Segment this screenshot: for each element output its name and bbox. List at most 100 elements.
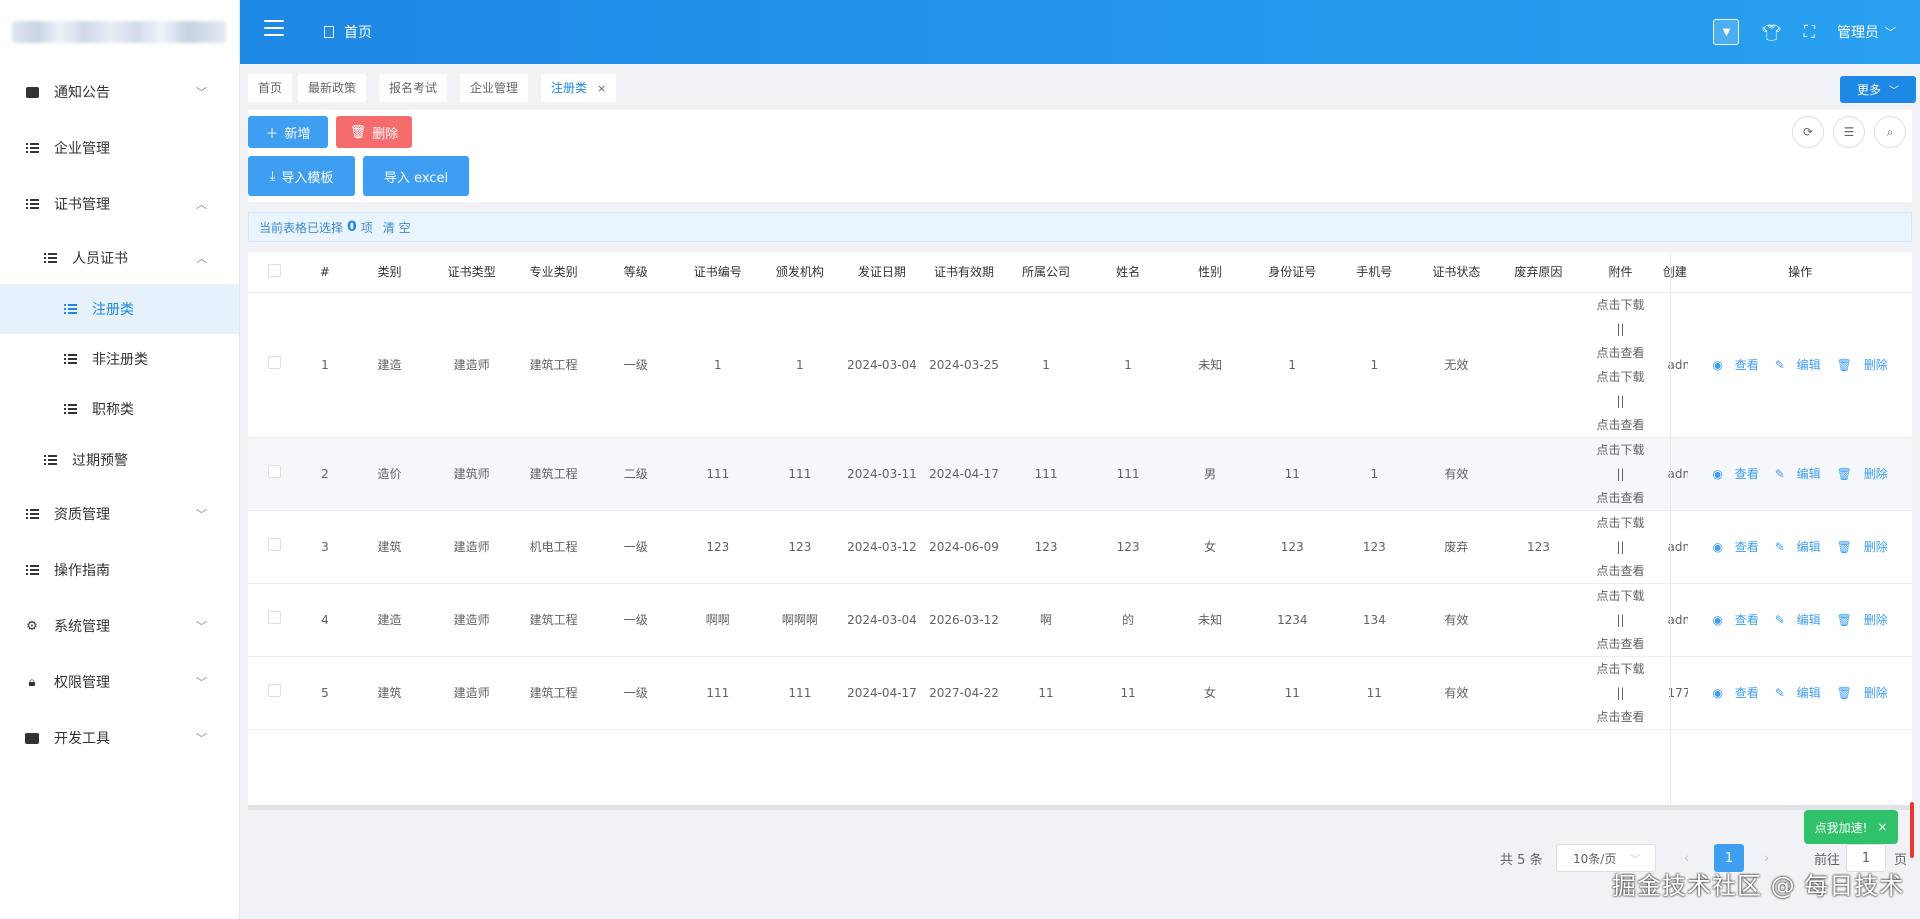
chevron-down-icon: ﹀ [1630, 854, 1641, 866]
attachment-link[interactable]: 点击下载 [1581, 438, 1659, 462]
row-checkbox[interactable] [268, 355, 282, 369]
cell-status: 无效 [1415, 292, 1498, 438]
delete-row-button[interactable]: 🗑︎ 删除 [1833, 467, 1892, 481]
row-checkbox[interactable] [268, 537, 282, 551]
tab-home[interactable]: 首页 [248, 74, 293, 102]
logo-image [12, 21, 226, 43]
import-template-button[interactable]: ⤓ 导入模板 [248, 156, 355, 196]
more-button[interactable]: 更多 ﹀ [1840, 76, 1916, 103]
delete-row-button[interactable]: 🗑︎ 删除 [1833, 540, 1892, 554]
edit-button[interactable]: ✎ 编辑 [1771, 540, 1825, 554]
sidebar-item-12[interactable]: 开发工具 ﹀ [0, 710, 239, 766]
edit-button[interactable]: ✎ 编辑 [1771, 613, 1825, 627]
eye-icon: ◉ [1712, 539, 1723, 554]
view-button[interactable]: ◉ 查看 [1708, 686, 1762, 700]
edit-button[interactable]: ✎ 编辑 [1771, 358, 1825, 372]
user-menu[interactable]: 管理员 ﹀ [1837, 22, 1896, 42]
view-button[interactable]: ◉ 查看 [1708, 467, 1762, 481]
delete-row-button[interactable]: 🗑︎ 删除 [1833, 358, 1892, 372]
import-excel-button[interactable]: 导入 excel [363, 156, 469, 196]
cell-certno: 123 [676, 510, 759, 584]
row-checkbox[interactable] [268, 683, 282, 697]
column-header: 手机号 [1333, 252, 1416, 293]
close-icon[interactable]: × [1877, 820, 1887, 834]
cell-reason [1497, 292, 1580, 438]
attachment-link[interactable]: 点击下载 [1581, 584, 1659, 608]
speedup-toast[interactable]: 点我加速! × [1804, 810, 1898, 844]
table-row[interactable]: 2 造价 建筑师 建筑工程 二级 111 111 2024-03-11 2024-04-17 11… [248, 437, 1912, 511]
tab-registered[interactable]: 注册类 × [541, 74, 617, 102]
attachment-separator: || [1616, 612, 1625, 627]
cell-name: 的 [1087, 583, 1170, 657]
sidebar: 通知公告 ﹀ 企业管理 证书管理 ︿ 人员证书 ︿ 注册类非注册类职称类 过期预警 资质管理 ﹀ 操作… [0, 0, 240, 919]
sidebar-item-0[interactable]: 通知公告 ﹀ [0, 64, 239, 120]
sidebar-item-label: 非注册类 [92, 352, 148, 368]
table-row[interactable]: 5 建筑 建造师 建筑工程 一级 111 111 2024-04-17 2027-04-22 11… [248, 656, 1912, 730]
tab-policy[interactable]: 最新政策 [298, 74, 367, 102]
table-row[interactable]: 4 建造 建造师 建筑工程 一级 啊啊 啊啊啊 2024-03-04 2026-03-12 啊的未… [248, 583, 1912, 657]
chevron-icon: ︿ [196, 198, 207, 211]
view-button[interactable]: ◉ 查看 [1708, 613, 1762, 627]
tab-enterprise[interactable]: 企业管理 [460, 74, 529, 102]
column-header: 专业类别 [512, 252, 595, 293]
dropdown-icon[interactable]: ▼ [1713, 19, 1740, 45]
add-button[interactable]: ＋新增 [248, 116, 328, 148]
view-button[interactable]: ◉ 查看 [1708, 540, 1762, 554]
shirt-icon[interactable]: 👕︎ [1761, 23, 1781, 42]
delete-button[interactable]: 🗑︎ 删除 [336, 116, 412, 148]
sidebar-item-11[interactable]: 🔒︎ 权限管理 ﹀ [0, 654, 239, 710]
sidebar-item-6[interactable]: 职称类 [0, 384, 239, 434]
edit-button[interactable]: ✎ 编辑 [1771, 467, 1825, 481]
row-checkbox[interactable] [268, 610, 282, 624]
filter-settings-icon[interactable]: ☰ [1833, 116, 1865, 148]
attachment-link[interactable]: 点击下载 [1581, 657, 1659, 681]
attachment-link[interactable]: 点击下载 [1581, 365, 1659, 389]
sidebar-item-7[interactable]: 过期预警 [0, 434, 239, 486]
cell-creator: adm [1661, 437, 1689, 511]
cell-idno: 1234 [1251, 583, 1334, 657]
table-row[interactable]: 3 建筑 建造师 机电工程 一级 123 123 2024-03-12 2024-06-09 12… [248, 510, 1912, 584]
cell-org: 123 [758, 510, 841, 584]
search-icon[interactable]: ⌕ [1874, 116, 1906, 148]
close-icon[interactable]: × [597, 82, 606, 95]
select-all-checkbox[interactable] [268, 263, 282, 277]
sidebar-item-3[interactable]: 人员证书 ︿ [0, 232, 239, 284]
table-row[interactable]: 1 建造 建造师 建筑工程 一级 1 1 2024-03-04 2024-03-25 1 1 未知 1 1… [248, 292, 1912, 438]
cell-gender: 未知 [1169, 292, 1252, 438]
cell-certno: 1 [676, 292, 759, 438]
sidebar-item-2[interactable]: 证书管理 ︿ [0, 176, 239, 232]
column-header: 创建 [1661, 252, 1689, 293]
sidebar-item-1[interactable]: 企业管理 [0, 120, 239, 176]
sidebar-item-9[interactable]: 操作指南 [0, 542, 239, 598]
tab-exam[interactable]: 报名考试 [379, 74, 448, 102]
attachment-link[interactable]: 点击查看 [1581, 341, 1659, 365]
sidebar-item-5[interactable]: 非注册类 [0, 334, 239, 384]
clear-selection-link[interactable]: 清 空 [383, 219, 411, 236]
attachment-link[interactable]: 点击查看 [1581, 705, 1659, 729]
sidebar-item-8[interactable]: 资质管理 ﹀ [0, 486, 239, 542]
sidebar-item-4[interactable]: 注册类 [0, 284, 239, 334]
header-breadcrumb[interactable]: 首页 [324, 22, 372, 42]
trash-icon: 🗑︎ [1836, 466, 1852, 481]
attachment-link[interactable]: 点击查看 [1581, 413, 1659, 437]
delete-row-button[interactable]: 🗑︎ 删除 [1833, 613, 1892, 627]
attachment-link[interactable]: 点击下载 [1581, 511, 1659, 535]
cell-actions: ◉ 查看 ✎ 编辑 🗑︎ 删除 [1688, 656, 1912, 730]
cell-org: 啊啊啊 [758, 583, 841, 657]
fullscreen-icon[interactable]: ⛶ [1804, 22, 1815, 42]
attachment-link[interactable]: 点击查看 [1581, 486, 1659, 510]
delete-row-button[interactable]: 🗑︎ 删除 [1833, 686, 1892, 700]
attachment-link[interactable]: 点击下载 [1581, 293, 1659, 317]
edit-button[interactable]: ✎ 编辑 [1771, 686, 1825, 700]
sidebar-item-10[interactable]: ⚙ 系统管理 ﹀ [0, 598, 239, 654]
watermark: 掘金技术社区 @ 每日技术 [1612, 872, 1905, 900]
attachment-link[interactable]: 点击查看 [1581, 559, 1659, 583]
cell-type: 建造师 [430, 583, 513, 657]
menu-toggle-icon[interactable] [264, 20, 284, 36]
attachment-link[interactable]: 点击查看 [1581, 632, 1659, 656]
row-checkbox[interactable] [268, 464, 282, 478]
column-header: 类别 [348, 252, 431, 293]
view-button[interactable]: ◉ 查看 [1708, 358, 1762, 372]
column-header: 证书有效期 [922, 252, 1006, 293]
refresh-icon[interactable]: ⟳ [1792, 116, 1824, 148]
